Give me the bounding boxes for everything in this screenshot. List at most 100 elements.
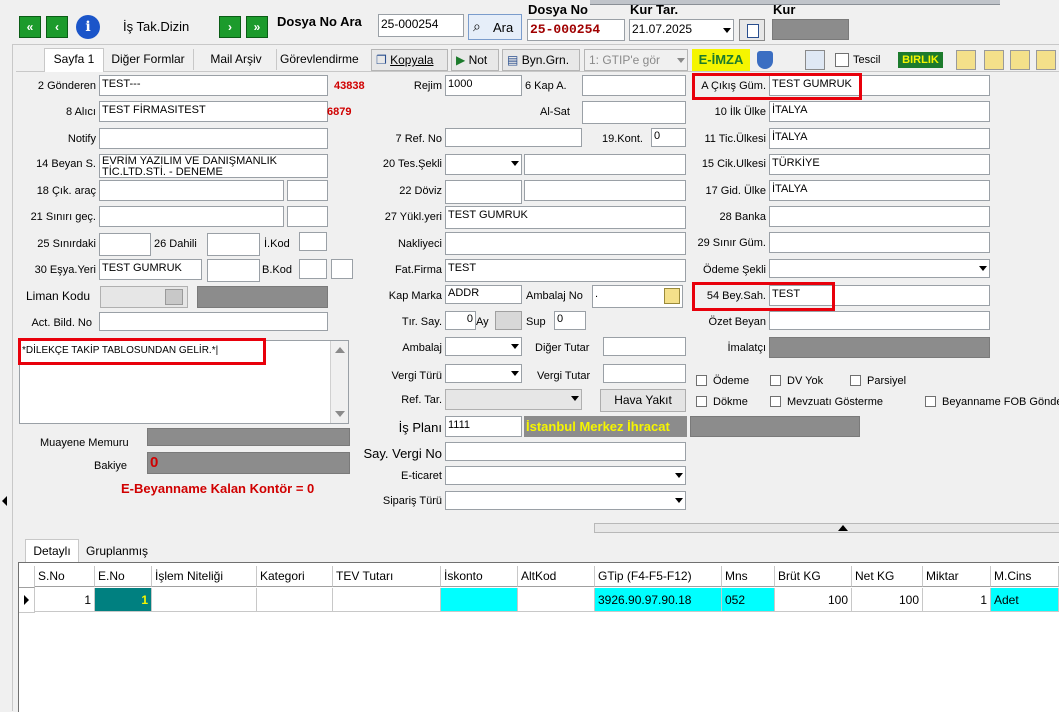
chevron-down-icon[interactable]	[511, 344, 519, 349]
table-cell-net-kg[interactable]: 100	[852, 588, 923, 612]
cik-arac-code-field[interactable]	[287, 180, 328, 201]
byn-grn-button[interactable]: ▤ Byn.Grn.	[502, 49, 580, 71]
rejim-field[interactable]: 1000	[445, 75, 522, 96]
tab-diger-formlar[interactable]: Diğer Formlar	[103, 49, 194, 70]
dv-yok-checkbox[interactable]	[770, 375, 781, 386]
column-header-brut-kg[interactable]: Brüt KG	[775, 566, 852, 587]
doviz-name-field[interactable]	[524, 180, 686, 201]
table-cell-m-cins[interactable]: Adet	[991, 588, 1059, 612]
chevron-down-icon[interactable]	[677, 58, 685, 63]
column-header-mns[interactable]: Mns	[722, 566, 775, 587]
esya-yeri-field[interactable]: TEST GUMRUK	[99, 259, 202, 280]
odeme-sekli-combo[interactable]	[769, 259, 990, 278]
dahili-field[interactable]	[207, 233, 260, 256]
row-indicator[interactable]	[19, 588, 35, 613]
parsiyel-checkbox[interactable]	[850, 375, 861, 386]
al-sat-field[interactable]	[582, 101, 686, 124]
notify-field[interactable]	[99, 128, 328, 149]
prev-record-button[interactable]: ‹	[46, 16, 68, 38]
column-header-eno[interactable]: E.No	[95, 566, 152, 587]
odeme-checkbox[interactable]	[696, 375, 707, 386]
sinir-gum-field[interactable]	[769, 232, 990, 253]
dokme-checkbox[interactable]	[696, 396, 707, 407]
e-ticaret-combo[interactable]	[445, 466, 686, 485]
table-cell-mns[interactable]: 052	[722, 588, 775, 612]
ambalaj-no-field[interactable]: .	[592, 285, 683, 308]
shield-icon[interactable]	[757, 51, 773, 69]
chevron-down-icon[interactable]	[675, 473, 683, 478]
chevron-down-icon[interactable]	[571, 396, 579, 401]
chevron-down-icon[interactable]	[511, 161, 519, 166]
gtip-combo[interactable]: 1: GTIP'e gör	[584, 49, 688, 71]
yukl-yeri-field[interactable]: TEST GUMRUK	[445, 206, 686, 229]
vergi-turu-combo[interactable]	[445, 364, 522, 383]
cik-ulkesi-field[interactable]: TÜRKİYE	[769, 154, 990, 175]
column-header-kategori[interactable]: Kategori	[257, 566, 333, 587]
table-cell-eno[interactable]: 1	[95, 588, 152, 612]
column-header-sno[interactable]: S.No	[35, 566, 95, 587]
sinir-gec-code-field[interactable]	[287, 206, 328, 227]
tab-mail-arsiv[interactable]: Mail Arşiv	[196, 49, 277, 70]
sup-field[interactable]: 0	[554, 311, 586, 330]
vergi-tutar-field[interactable]	[603, 364, 686, 383]
table-cell-islem-niteligi[interactable]	[152, 588, 257, 612]
last-record-button[interactable]: »	[246, 16, 268, 38]
kont-field[interactable]: 0	[651, 128, 686, 147]
first-record-button[interactable]: «	[19, 16, 41, 38]
sinirdaki-field[interactable]	[99, 233, 151, 256]
kap-a-field[interactable]	[582, 75, 686, 96]
column-header-miktar[interactable]: Miktar	[923, 566, 991, 587]
hava-yakit-button[interactable]: Hava Yakıt	[600, 389, 686, 412]
tab-gorevlendirme[interactable]: Görevlendirme	[280, 49, 368, 70]
chevron-up-icon[interactable]	[838, 525, 848, 531]
table-cell-iskonto[interactable]	[441, 588, 518, 612]
cik-arac-field[interactable]	[99, 180, 284, 201]
liman-kodu-field[interactable]	[100, 286, 188, 308]
panel-splitter[interactable]	[594, 523, 1059, 533]
tescil-checkbox[interactable]	[835, 53, 849, 67]
beyan-field[interactable]: EVRİM YAZILIM VE DANIŞMANLIK TİC.LTD.STİ…	[99, 154, 328, 178]
act-bild-field[interactable]	[99, 312, 328, 331]
lookup-button[interactable]	[165, 289, 183, 305]
diger-tutar-field[interactable]	[603, 337, 686, 356]
scroll-down-icon[interactable]	[335, 411, 345, 417]
ref-tar-combo[interactable]	[445, 389, 582, 410]
tab-sayfa-1[interactable]: Sayfa 1	[44, 48, 104, 72]
column-header-gtip[interactable]: GTip (F4-F5-F12)	[595, 566, 722, 587]
folder-open-icon[interactable]	[1010, 50, 1030, 70]
bkod-field[interactable]	[299, 259, 327, 279]
folder-arrow-icon[interactable]	[1036, 50, 1056, 70]
doviz-field[interactable]	[445, 180, 522, 204]
scroll-up-icon[interactable]	[335, 347, 345, 353]
tes-sekli-text[interactable]	[524, 154, 686, 175]
bkod-field-2[interactable]	[331, 259, 353, 279]
folder-up-icon[interactable]	[984, 50, 1004, 70]
column-header-m-cins[interactable]: M.Cins	[991, 566, 1059, 587]
say-vergi-field[interactable]	[445, 442, 686, 461]
next-record-button[interactable]: ›	[219, 16, 241, 38]
siparis-combo[interactable]	[445, 491, 686, 510]
chevron-down-icon[interactable]	[723, 28, 731, 33]
tab-detayli[interactable]: Detaylı	[25, 539, 79, 563]
search-input[interactable]: 25-000254	[378, 14, 464, 37]
column-header-islem-niteligi[interactable]: İşlem Niteliği	[152, 566, 257, 587]
banka-field[interactable]	[769, 206, 990, 227]
folder-icon[interactable]	[956, 50, 976, 70]
fat-firma-field[interactable]: TEST	[445, 259, 686, 282]
memo-scrollbar[interactable]	[330, 341, 348, 423]
sinir-gec-field[interactable]	[99, 206, 284, 227]
column-header-tev-tutari[interactable]: TEV Tutarı	[333, 566, 441, 587]
column-header-net-kg[interactable]: Net KG	[852, 566, 923, 587]
table-cell-brut-kg[interactable]: 100	[775, 588, 852, 612]
ikod-field[interactable]	[299, 232, 327, 251]
ay-field[interactable]	[495, 311, 522, 330]
mevzuati-checkbox[interactable]	[770, 396, 781, 407]
dosya-no-field[interactable]: 25-000254	[527, 19, 625, 41]
report-icon[interactable]	[805, 50, 825, 70]
gonderen-field[interactable]: TEST---	[99, 75, 328, 96]
table-cell-tev-tutari[interactable]	[333, 588, 441, 612]
table-cell-kategori[interactable]	[257, 588, 333, 612]
tic-ulkesi-field[interactable]: İTALYA	[769, 128, 990, 149]
ilk-ulke-field[interactable]: İTALYA	[769, 101, 990, 122]
edit-icon[interactable]	[664, 288, 680, 304]
